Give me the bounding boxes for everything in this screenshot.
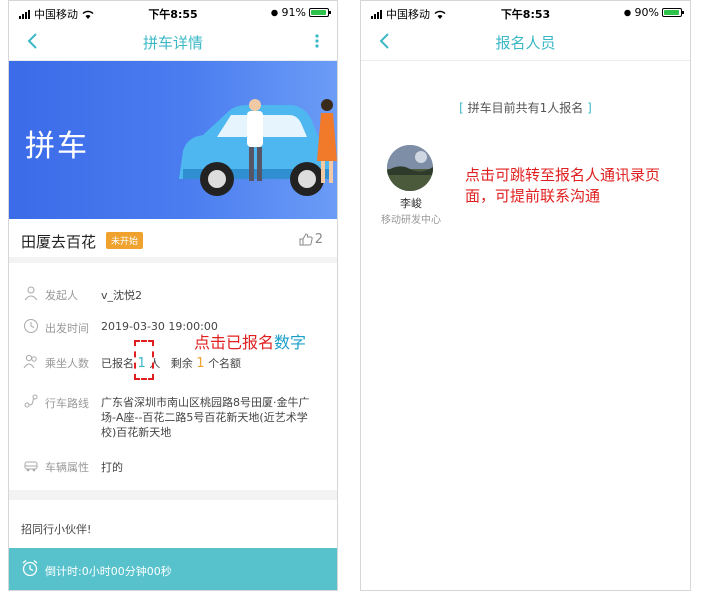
alarm-clock-icon (22, 560, 38, 577)
vehicle-value: 打的 (101, 461, 123, 474)
route-label: 行车路线 (45, 397, 89, 410)
group-icon (23, 354, 37, 369)
trip-detail-screen: 中国移动 下午8:55 91% 拼车详情 拼车 田厦去百花 未开始 2 发起人 … (8, 0, 338, 591)
invite-text: 招同行小伙伴! (21, 523, 92, 536)
signup-count-text: 拼车目前共有1人报名 (467, 101, 584, 115)
passengers-value: 已报名 1 人 剩余 1 个名额 (101, 355, 241, 371)
battery-icon (309, 8, 331, 17)
avatar[interactable] (387, 145, 433, 191)
annotation-left-highlight: 数字 (274, 333, 307, 352)
battery-percent: 91% (281, 6, 306, 19)
signup-list-screen: 中国移动 下午8:53 90% 报名人员 [ 拼车目前共有1人报名 ] 李峻 移… (360, 0, 691, 591)
remaining-suffix: 个名额 (208, 357, 242, 370)
car-icon (24, 461, 38, 472)
countdown-bar: 倒计时:0小时00分钟00秒 (9, 548, 337, 590)
count-bracket-close: ] (587, 101, 592, 115)
avatar-image (387, 145, 433, 191)
battery-icon (662, 8, 684, 17)
alarm-icon (270, 9, 278, 17)
remaining-prefix: 剩余 (170, 357, 193, 370)
like-count: 2 (314, 232, 323, 247)
depart-label: 出发时间 (45, 322, 89, 335)
trip-title: 田厦去百花 (21, 233, 97, 251)
page-title: 报名人员 (495, 34, 556, 52)
car-illustration (179, 99, 337, 196)
route-value: 广东省深圳市南山区桃园路8号田厦·金牛广场-A座--百花二路5号百花新天地(近艺… (101, 396, 310, 439)
more-dots-icon[interactable] (309, 29, 325, 53)
signed-prefix: 已报名 (101, 357, 134, 370)
initiator-label: 发起人 (45, 289, 78, 302)
section-divider (9, 490, 337, 500)
count-bracket-open: [ (459, 101, 464, 115)
highlight-dashed-box (134, 340, 154, 380)
trip-title-row: 田厦去百花 未开始 2 (9, 219, 337, 263)
countdown-text: 倒计时:0小时00分钟00秒 (45, 565, 172, 578)
carpool-banner: 拼车 (9, 61, 337, 219)
clock-icon (24, 319, 38, 333)
person-icon (24, 286, 38, 301)
route-icon (24, 394, 38, 408)
page-title: 拼车详情 (142, 34, 203, 52)
annotation-left: 点击已报名数字 (194, 329, 306, 353)
battery-percent: 90% (634, 6, 659, 19)
signup-count-line: [ 拼车目前共有1人报名 ] (361, 99, 690, 116)
status-badge: 未开始 (106, 232, 144, 249)
passengers-label: 乘坐人数 (45, 357, 89, 370)
initiator-value: v_沈悦2 (101, 289, 143, 302)
vehicle-label: 车辆属性 (45, 461, 89, 474)
banner-title: 拼车 (25, 129, 89, 164)
like-button[interactable]: 2 (299, 232, 323, 247)
nav-bar: 拼车详情 (9, 23, 337, 61)
participant-name: 李峻 (400, 197, 422, 210)
annotation-right: 点击可跳转至报名人通讯录页面，可提前联系沟通 (465, 166, 661, 205)
annotation-left-main: 点击已报名 (194, 333, 275, 352)
participant-dept: 移动研发中心 (381, 215, 441, 226)
alarm-icon (623, 9, 631, 17)
status-bar: 中国移动 下午8:55 91% (9, 1, 337, 23)
thumbs-up-icon (299, 233, 313, 246)
status-bar: 中国移动 下午8:53 90% (361, 1, 690, 23)
remaining-count: 1 (196, 356, 205, 371)
nav-bar: 报名人员 (361, 23, 690, 61)
